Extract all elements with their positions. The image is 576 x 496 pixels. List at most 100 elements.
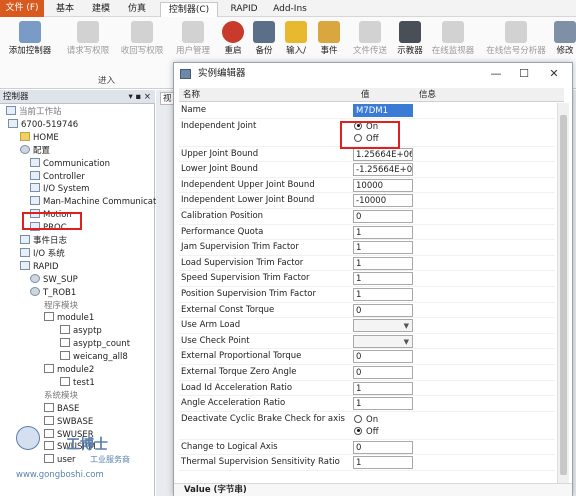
tree-item[interactable]: 配置	[20, 144, 50, 158]
property-value-field[interactable]: 1	[353, 381, 413, 395]
minimize-icon[interactable]: —	[484, 65, 508, 83]
close-icon[interactable]: ✕	[542, 65, 566, 83]
property-row[interactable]: Position Supervision Trim Factor 1	[179, 287, 555, 303]
maximize-icon[interactable]: ☐	[512, 65, 536, 83]
tree-item-label: T_ROB1	[43, 287, 77, 298]
property-value-field[interactable]: 0	[353, 440, 413, 454]
radio-off[interactable]: Off	[354, 426, 379, 438]
tree-item[interactable]: I/O 系统	[20, 247, 65, 261]
tree-item[interactable]: I/O System	[30, 183, 89, 196]
tree-item[interactable]: weicang_all8	[60, 351, 128, 364]
tab-basic[interactable]: 基本	[50, 2, 80, 16]
property-row[interactable]: External Const Torque 0	[179, 303, 555, 319]
watermark-subtitle: 工业服务商	[90, 455, 130, 464]
request-write-icon	[77, 21, 99, 43]
property-name: Name	[181, 105, 207, 115]
property-value-field[interactable]: 1	[353, 397, 413, 411]
tree-item-label: Man-Machine Communicatio	[43, 197, 164, 208]
property-value-field[interactable]: 1	[353, 288, 413, 301]
task-icon	[30, 273, 40, 283]
tree-item[interactable]: asyptp	[60, 325, 102, 338]
property-row[interactable]: Use Check Point ▼	[179, 334, 555, 350]
watermark-logo: 工博士 工业服务商 www.gongboshi.com	[16, 426, 136, 486]
property-value-field[interactable]: 1	[353, 272, 413, 286]
tab-rapid[interactable]: RAPID	[226, 2, 262, 16]
tree-item[interactable]: 事件日志	[20, 235, 67, 248]
edit-icon	[554, 21, 576, 43]
tree-item[interactable]: BASE	[44, 402, 79, 416]
tree-item[interactable]: RAPID	[20, 260, 59, 274]
property-row[interactable]: Angle Acceleration Ratio 1	[179, 396, 555, 412]
property-value-field[interactable]: -1.25664E+06	[353, 163, 413, 177]
property-row[interactable]: Independent Upper Joint Bound 10000	[179, 178, 555, 194]
property-value-field[interactable]: 0	[353, 366, 413, 379]
property-name: Independent Lower Joint Bound	[181, 195, 315, 206]
add-controller-button[interactable]: 添加控制器	[2, 21, 58, 77]
tab-simulation[interactable]: 仿真	[122, 2, 152, 16]
property-value-field[interactable]: -10000	[353, 194, 413, 208]
property-value-field[interactable]: 10000	[353, 178, 413, 192]
routine-icon	[60, 338, 70, 348]
property-name: Use Arm Load	[181, 320, 241, 331]
tab-modeling[interactable]: 建模	[86, 2, 116, 16]
property-row[interactable]: Load Id Acceleration Ratio 1	[179, 381, 555, 397]
tree-item[interactable]: asyptp_count	[60, 338, 130, 351]
property-dropdown[interactable]: ▼	[353, 334, 413, 348]
property-value-field[interactable]: 1	[353, 456, 413, 470]
tree-item[interactable]: module1	[44, 312, 94, 325]
property-row[interactable]: Lower Joint Bound -1.25664E+06	[179, 162, 555, 178]
dialog-icon	[180, 69, 191, 79]
scrollbar-thumb[interactable]	[560, 115, 567, 475]
dialog-title: 实例编辑器	[198, 68, 246, 79]
property-value-field[interactable]: 1	[353, 241, 413, 255]
tree-item[interactable]: HOME	[20, 131, 59, 145]
property-value-field[interactable]: 1.25664E+06	[353, 147, 413, 161]
property-row[interactable]: Speed Supervision Trim Factor 1	[179, 271, 555, 287]
tree-item[interactable]: test1	[60, 376, 95, 390]
property-row[interactable]: Use Arm Load ▼	[179, 318, 555, 334]
tree-item[interactable]: 6700-519746	[8, 118, 78, 132]
tree-item[interactable]: Controller	[30, 170, 85, 184]
tab-file[interactable]: 文件 (F)	[0, 0, 44, 17]
col-info-header[interactable]: 信息	[419, 88, 436, 102]
property-value-field[interactable]: 0	[353, 350, 413, 364]
tree-item[interactable]: SW_SUP	[30, 273, 78, 287]
col-value-header[interactable]: 值	[361, 88, 370, 102]
task-icon	[30, 286, 40, 296]
rapid-icon	[20, 260, 30, 270]
tab-controller[interactable]: 控制器(C)	[160, 2, 218, 17]
property-value-field[interactable]: 1	[353, 256, 413, 270]
property-row[interactable]: External Proportional Torque 0	[179, 349, 555, 365]
property-row[interactable]: Name M7DM1	[179, 103, 555, 119]
property-row[interactable]: Jam Supervision Trim Factor 1	[179, 240, 555, 256]
property-row[interactable]: Change to Logical Axis 0	[179, 440, 555, 456]
folder-icon	[20, 131, 30, 141]
vertical-scrollbar[interactable]	[557, 103, 569, 486]
radio-on[interactable]: On	[354, 414, 378, 426]
property-row[interactable]: Load Supervision Trim Factor 1	[179, 256, 555, 272]
property-row[interactable]: Independent Lower Joint Bound -10000	[179, 193, 555, 209]
col-name-header[interactable]: 名称	[183, 88, 200, 102]
property-row[interactable]: Calibration Position 0	[179, 209, 555, 225]
property-row[interactable]: External Torque Zero Angle 0	[179, 365, 555, 381]
module-icon	[44, 364, 54, 373]
property-value-field[interactable]: 1	[353, 225, 413, 239]
release-write-button[interactable]: 收回写权限	[116, 21, 168, 77]
tree-item[interactable]: Communication	[30, 157, 110, 171]
property-row[interactable]: Deactivate Cyclic Brake Check for axis On…	[179, 412, 555, 440]
tab-add-ins[interactable]: Add-Ins	[268, 2, 312, 16]
property-value-field[interactable]: 0	[353, 303, 413, 317]
property-row[interactable]: Performance Quota 1	[179, 225, 555, 241]
property-dropdown[interactable]: ▼	[353, 319, 413, 333]
property-value-field[interactable]: M7DM1	[353, 104, 413, 117]
property-value-field[interactable]: 0	[353, 210, 413, 223]
module-icon	[44, 312, 54, 322]
restart-label: 重启	[224, 46, 242, 56]
tree-item[interactable]: T_ROB1	[30, 286, 77, 300]
tree-item[interactable]: module2	[44, 364, 94, 377]
tree-item[interactable]: Man-Machine Communicatio	[30, 196, 164, 209]
panel-controls[interactable]: ▾ ▪ ×	[128, 90, 151, 104]
request-write-button[interactable]: 请求写权限	[62, 21, 114, 77]
property-row[interactable]: Thermal Supervision Sensitivity Ratio 1	[179, 455, 555, 471]
dialog-titlebar[interactable]: 实例编辑器 — ☐ ✕	[174, 63, 572, 85]
